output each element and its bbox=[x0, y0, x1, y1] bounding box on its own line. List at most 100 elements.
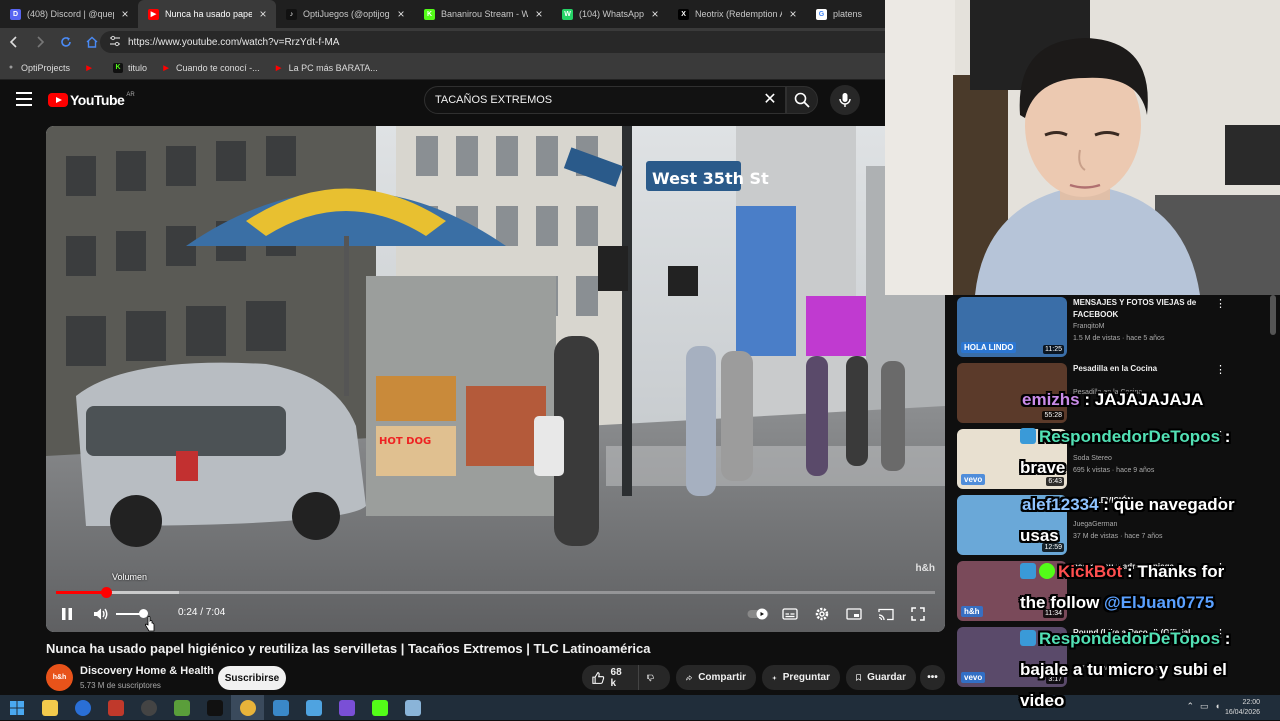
video-frame: West 35th St HOT DOG bbox=[46, 126, 945, 632]
more-actions-button[interactable]: ••• bbox=[920, 665, 945, 690]
miniplayer-button[interactable] bbox=[842, 602, 866, 626]
search-input[interactable]: TACAÑOS EXTREMOS bbox=[424, 86, 786, 114]
site-settings-icon[interactable] bbox=[109, 35, 121, 47]
share-label: Compartir bbox=[698, 672, 746, 683]
save-button[interactable]: Guardar bbox=[846, 665, 916, 690]
recommended-title[interactable]: Pesadilla en la Cocina bbox=[1073, 363, 1223, 375]
taskbar-app-app-red[interactable] bbox=[99, 695, 132, 720]
taskbar-app-notepad[interactable] bbox=[396, 695, 429, 720]
taskbar-app-app-photos[interactable] bbox=[297, 695, 330, 720]
address-bar[interactable]: https://www.youtube.com/watch?v=RrzYdt-f… bbox=[100, 31, 885, 53]
recommended-title[interactable]: MENSAJES Y FOTOS VIEJAS de FACEBOOK bbox=[1073, 297, 1223, 321]
settings-button[interactable] bbox=[810, 602, 834, 626]
taskbar-app-app-purple[interactable] bbox=[330, 695, 363, 720]
channel-name[interactable]: Discovery Home & Health bbox=[80, 665, 214, 677]
more-options-icon[interactable]: ⋮ bbox=[1215, 363, 1226, 376]
browser-tab[interactable]: W (104) WhatsApp × bbox=[552, 0, 668, 28]
volume-tray-icon[interactable]: ◖ bbox=[1215, 701, 1220, 712]
pause-button[interactable] bbox=[55, 602, 79, 626]
taskbar-app-chrome[interactable] bbox=[231, 695, 264, 720]
dislike-button[interactable] bbox=[638, 665, 670, 690]
browser-tab[interactable]: Gplatens bbox=[806, 0, 885, 28]
autoplay-toggle[interactable] bbox=[746, 602, 770, 626]
chat-message: KickBot : Thanks for bbox=[1020, 562, 1224, 582]
close-tab-icon[interactable]: × bbox=[648, 7, 662, 21]
taskbar-app-app-folder[interactable] bbox=[264, 695, 297, 720]
chevron-up-icon[interactable]: ⌃ bbox=[1187, 701, 1195, 712]
chat-message: emizhs : JAJAJAJAJA bbox=[1022, 390, 1204, 409]
close-tab-icon[interactable]: × bbox=[786, 7, 800, 21]
bookmark-item[interactable]: ▶ bbox=[84, 63, 99, 73]
bookmark-item[interactable]: ▶ La PC más BARATA... bbox=[274, 63, 378, 73]
browser-tab[interactable]: ▶ Nunca ha usado papel × bbox=[138, 0, 276, 28]
time-display: 0:24 / 7:04 bbox=[178, 607, 226, 618]
chat-text-line1: bajale a tu micro y subi el bbox=[1020, 660, 1227, 679]
recommended-channel[interactable]: JuegaGerman bbox=[1073, 521, 1117, 528]
taskbar-app-terminal[interactable] bbox=[198, 695, 231, 720]
browser-tab[interactable]: ♪ OptiJuegos (@optijogos) × bbox=[276, 0, 414, 28]
progress-bar[interactable] bbox=[56, 587, 935, 598]
like-count: 68 k bbox=[610, 666, 622, 689]
clear-search-icon[interactable]: ✕ bbox=[760, 90, 780, 110]
bookmark-item[interactable]: ● OptiProjects bbox=[6, 63, 70, 73]
app-blue-circle-icon bbox=[74, 699, 91, 716]
close-tab-icon[interactable]: × bbox=[394, 7, 408, 21]
taskbar-app-kick[interactable] bbox=[363, 695, 396, 720]
video-thumbnail[interactable]: HOLA LINDO 11:25 bbox=[957, 297, 1067, 357]
tab-title: Bananirou Stream - Watc bbox=[441, 9, 528, 19]
recommended-video[interactable]: HOLA LINDO 11:25 MENSAJES Y FOTOS VIEJAS d… bbox=[957, 297, 1277, 359]
search-button[interactable] bbox=[786, 86, 818, 114]
taskbar-app-windows-start[interactable] bbox=[0, 695, 33, 720]
close-tab-icon[interactable]: × bbox=[256, 7, 270, 21]
cast-button[interactable] bbox=[874, 602, 898, 626]
back-button[interactable] bbox=[2, 30, 26, 54]
close-tab-icon[interactable]: × bbox=[532, 7, 546, 21]
tab-title: (408) Discord | @quepcco bbox=[27, 9, 114, 19]
svg-text:HOT DOG: HOT DOG bbox=[379, 436, 431, 447]
clock[interactable]: 22:00 16/04/2026 bbox=[1225, 698, 1260, 718]
subscribe-button[interactable]: Suscribirse bbox=[218, 666, 286, 690]
svg-text:West 35th St: West 35th St bbox=[652, 169, 769, 188]
fullscreen-icon bbox=[911, 607, 925, 621]
video-player[interactable]: West 35th St HOT DOG h&h Volumen 0:24 / … bbox=[46, 126, 945, 632]
channel-avatar[interactable]: h&h bbox=[46, 664, 73, 691]
channel-watermark[interactable]: h&h bbox=[916, 563, 935, 574]
like-button[interactable]: 68 k bbox=[582, 665, 638, 690]
windows-start-icon bbox=[9, 700, 25, 716]
reload-button[interactable] bbox=[54, 30, 78, 54]
file-explorer-icon bbox=[41, 699, 58, 716]
subtitles-button[interactable] bbox=[778, 602, 802, 626]
taskbar-app-minecraft[interactable] bbox=[165, 695, 198, 720]
fullscreen-button[interactable] bbox=[906, 602, 930, 626]
taskbar-app-obs[interactable] bbox=[132, 695, 165, 720]
bookmark-item[interactable]: Ktitulo bbox=[113, 62, 147, 73]
forward-button[interactable] bbox=[28, 30, 52, 54]
menu-icon[interactable] bbox=[16, 92, 32, 106]
network-icon[interactable]: ▭ bbox=[1200, 701, 1209, 712]
youtube-logo[interactable]: YouTube AR bbox=[48, 92, 135, 108]
ask-button[interactable]: Preguntar bbox=[762, 665, 840, 690]
chat-message-continued: bajale a tu micro y subi el bbox=[1020, 660, 1227, 680]
taskbar-app-app-blue-circle[interactable] bbox=[66, 695, 99, 720]
tab-favicon-icon: D bbox=[10, 8, 21, 20]
chat-message-continued: usas bbox=[1020, 526, 1059, 546]
recommended-channel[interactable]: Soda Stereo bbox=[1073, 455, 1112, 462]
browser-tab[interactable]: X Neotrix (Redemption Arc × bbox=[668, 0, 806, 28]
share-button[interactable]: Compartir bbox=[676, 665, 756, 690]
app-purple-icon bbox=[338, 699, 355, 716]
mouse-cursor-icon bbox=[145, 616, 155, 632]
chat-username: alef12334 bbox=[1022, 495, 1099, 514]
more-options-icon[interactable]: ⋮ bbox=[1215, 297, 1226, 310]
youtube-play-icon bbox=[48, 93, 68, 107]
mute-button[interactable] bbox=[89, 602, 113, 626]
sidebar-scrollbar[interactable] bbox=[1270, 295, 1276, 335]
bookmark-item[interactable]: ▶ Cuando te conocí -... bbox=[161, 63, 259, 73]
terminal-icon bbox=[206, 699, 223, 716]
browser-tab[interactable]: K Bananirou Stream - Watc × bbox=[414, 0, 552, 28]
close-tab-icon[interactable]: × bbox=[118, 7, 132, 21]
recommended-channel[interactable]: FranqitoM bbox=[1073, 323, 1105, 330]
voice-search-button[interactable] bbox=[830, 85, 860, 115]
browser-tab[interactable]: D (408) Discord | @quepcco × bbox=[0, 0, 138, 28]
tab-title: Neotrix (Redemption Arc bbox=[695, 9, 782, 19]
taskbar-app-file-explorer[interactable] bbox=[33, 695, 66, 720]
